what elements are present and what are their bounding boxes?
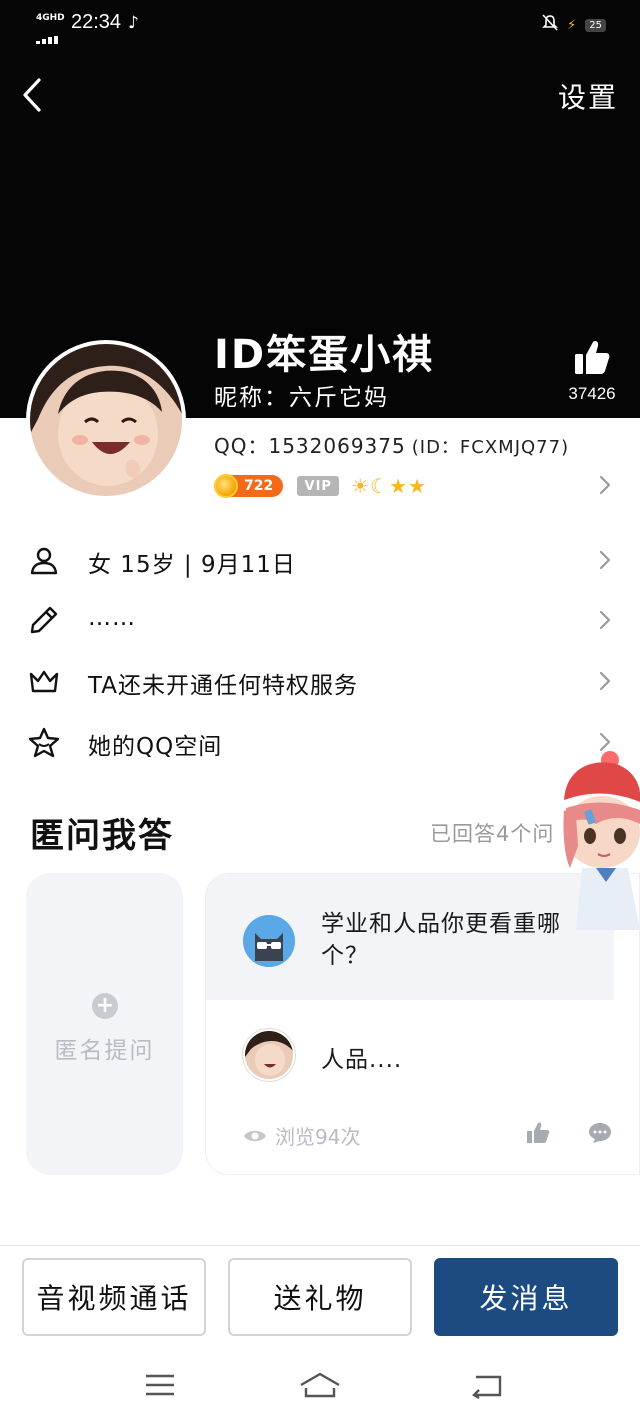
badge-chevron-icon[interactable] [598, 474, 612, 496]
star-icon [28, 727, 60, 758]
chevron-left-icon [23, 78, 41, 112]
person-icon [30, 547, 58, 575]
action-bar: 音视频通话 送礼物 发消息 [0, 1245, 640, 1355]
video-call-button[interactable]: 音视频通话 [22, 1258, 206, 1336]
thumbs-up-icon [575, 341, 610, 374]
signature-label: …… [88, 605, 136, 631]
pencil-icon [30, 606, 58, 634]
mute-icon [542, 14, 559, 36]
views-count: 浏览94次 [243, 1121, 360, 1150]
battery-level: 25 [585, 18, 606, 32]
qa-section-title: 匿问我答 [30, 816, 174, 856]
info-row-signature[interactable]: …… [0, 590, 640, 650]
crown-icon [29, 670, 59, 693]
qa-question: 学业和人品你更看重哪个？ [206, 874, 614, 1000]
coin-count: 722 [244, 478, 274, 494]
answer-avatar [243, 1029, 295, 1081]
tiktok-icon: ♪ [128, 13, 139, 33]
display-name: ID笨蛋小祺 [214, 332, 435, 378]
network-type: 4GHD [36, 13, 65, 23]
back-nav-icon[interactable] [470, 1371, 504, 1399]
eye-icon [244, 1130, 266, 1141]
menu-icon[interactable] [143, 1371, 177, 1399]
qq-info: QQ：1532069375 (ID：FCXMJQ77) [214, 430, 569, 459]
anonymous-ask-label: 匿名提问 [54, 1038, 155, 1064]
send-message-button[interactable]: 发消息 [434, 1258, 618, 1336]
nickname-value: 六斤它妈 [289, 385, 389, 411]
qq-number: 1532069375 [268, 434, 406, 458]
info-row-qzone[interactable]: 她的QQ空间 [0, 712, 640, 772]
signal-icon [36, 25, 66, 44]
question-text: 学业和人品你更看重哪个？ [321, 911, 561, 969]
chevron-right-icon [599, 550, 611, 570]
privileges-label: TA还未开通任何特权服务 [88, 673, 358, 699]
back-button[interactable] [14, 74, 50, 116]
qq-label: QQ： [214, 434, 269, 458]
nickname: 昵称：六斤它妈 [214, 378, 389, 412]
chevron-right-icon [599, 610, 611, 630]
badge-row[interactable]: 722 VIP ☀☾★★ [214, 474, 427, 498]
coin-badge: 722 [214, 474, 284, 498]
comment-icon[interactable] [588, 1122, 612, 1144]
nickname-label: 昵称： [214, 385, 289, 411]
info-row-basic[interactable]: 女 15岁 | 9月11日 [0, 530, 640, 590]
avatar[interactable] [26, 340, 186, 500]
basic-info-label: 女 15岁 | 9月11日 [88, 552, 296, 578]
views-label: 浏览94次 [275, 1125, 361, 1149]
system-nav-bar [0, 1355, 640, 1422]
floating-mascot[interactable] [556, 750, 640, 930]
coin-icon [214, 474, 238, 498]
qa-answered-count[interactable]: 已回答4个问 [430, 818, 554, 848]
info-row-privileges[interactable]: TA还未开通任何特权服务 [0, 651, 640, 711]
plus-icon: + [92, 993, 118, 1019]
status-bar: 4GHD 22:34 ♪ ⚡ 25 [0, 0, 640, 50]
anonymous-ask-button[interactable]: + 匿名提问 [26, 873, 183, 1175]
qq-id: (ID：FCXMJQ77) [411, 437, 570, 458]
thumbs-up-icon[interactable] [526, 1122, 550, 1144]
level-icons: ☀☾★★ [351, 474, 427, 498]
answer-text: 人品.... [321, 1047, 403, 1073]
send-gift-button[interactable]: 送礼物 [228, 1258, 412, 1336]
settings-button[interactable]: 设置 [558, 76, 618, 116]
charging-icon: ⚡ [567, 17, 577, 33]
home-icon[interactable] [298, 1371, 342, 1399]
like-count: 37426 [568, 384, 616, 403]
like-button[interactable]: 37426 [564, 338, 620, 404]
qzone-label: 她的QQ空间 [88, 734, 223, 760]
cat-avatar-icon [243, 915, 295, 967]
vip-badge: VIP [297, 476, 340, 496]
chevron-right-icon [599, 671, 611, 691]
status-time: 22:34 [71, 11, 122, 33]
